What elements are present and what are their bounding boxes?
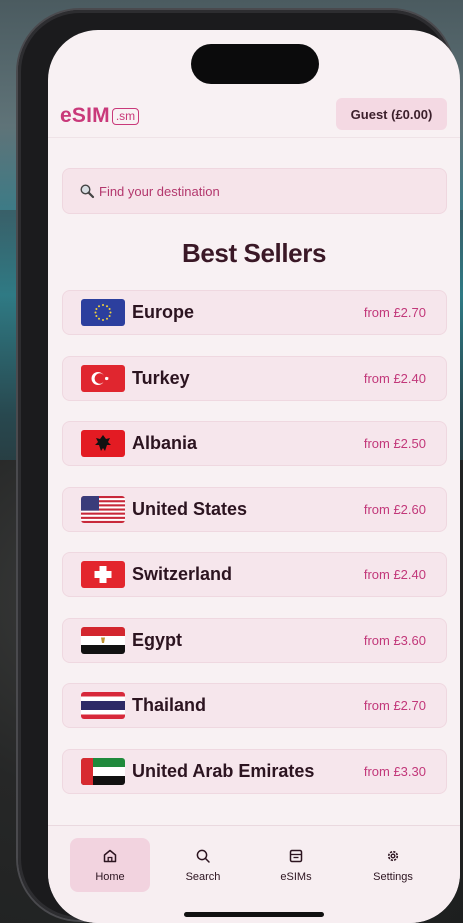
tab-esims[interactable]: eSIMs	[256, 838, 336, 892]
destination-price: from £3.30	[363, 763, 426, 779]
search-input[interactable]: Find your destination	[62, 168, 447, 214]
albania-flag-icon	[81, 430, 125, 457]
tab-label: Search	[185, 870, 221, 883]
destination-name: Europe	[132, 302, 195, 322]
search-placeholder: Find your destination	[99, 183, 220, 199]
bottom-tab-bar: Home Search eSIMs Settings	[48, 825, 460, 923]
destination-row-switzerland[interactable]: Switzerland from £2.40	[62, 552, 447, 597]
destination-row-united-arab-emirates[interactable]: United Arab Emirates from £3.30	[62, 748, 447, 794]
app-logo[interactable]: eSIM .sm	[60, 100, 145, 128]
tab-label: eSIMs	[280, 870, 312, 883]
destination-price: from £2.70	[363, 305, 426, 320]
destination-price: from £2.50	[363, 436, 426, 451]
destination-list: Europe from £2.70 Turkey from £2.40 Alba…	[62, 290, 447, 814]
destination-price: from £2.40	[363, 370, 426, 386]
logo-text: eSIM	[60, 104, 110, 127]
home-indicator[interactable]	[184, 912, 324, 917]
home-icon	[103, 849, 117, 862]
destination-name: Switzerland	[132, 564, 233, 584]
uae-flag-icon	[81, 757, 125, 785]
switzerland-flag-icon	[81, 561, 125, 588]
destination-price: from £2.40	[363, 567, 426, 582]
destination-name: Albania	[132, 433, 198, 453]
turkey-flag-icon	[81, 364, 125, 392]
destination-row-europe[interactable]: Europe from £2.70	[62, 290, 447, 335]
tab-search[interactable]: Search	[163, 838, 243, 892]
tab-label: Settings	[373, 870, 413, 883]
logo-suffix: .sm	[111, 108, 140, 125]
destination-row-united-states[interactable]: United States from £2.60	[62, 486, 447, 532]
account-balance-button[interactable]: Guest (£0.00)	[336, 98, 447, 130]
search-icon	[196, 849, 210, 863]
destination-name: United States	[132, 498, 248, 519]
destination-row-turkey[interactable]: Turkey from £2.40	[62, 355, 447, 401]
section-title: Best Sellers	[181, 238, 327, 268]
app-screen: eSIM .sm Guest (£0.00) Find your destina…	[48, 30, 460, 923]
destination-row-thailand[interactable]: Thailand from £2.70	[62, 683, 447, 728]
destination-name: Turkey	[132, 367, 190, 388]
tab-settings[interactable]: Settings	[353, 838, 433, 892]
magnifier-icon	[80, 184, 95, 199]
eu-flag-icon	[81, 299, 125, 326]
phone-frame: eSIM .sm Guest (£0.00) Find your destina…	[18, 10, 460, 923]
destination-name: United Arab Emirates	[132, 760, 315, 781]
destination-row-egypt[interactable]: Egypt from £3.60	[62, 617, 447, 663]
thailand-flag-icon	[81, 692, 125, 719]
egypt-flag-icon	[81, 626, 125, 654]
tab-label: Home	[95, 870, 125, 883]
destination-name: Thailand	[132, 695, 207, 715]
destination-price: from £3.60	[363, 632, 426, 648]
usa-flag-icon	[81, 495, 125, 523]
destination-name: Egypt	[132, 629, 183, 650]
tab-home[interactable]: Home	[70, 838, 150, 892]
gear-icon	[387, 850, 399, 861]
destination-price: from £2.60	[363, 501, 426, 517]
destination-row-albania[interactable]: Albania from £2.50	[62, 421, 447, 466]
destination-price: from £2.70	[363, 698, 426, 713]
sim-card-icon	[289, 849, 303, 862]
top-bar: eSIM .sm Guest (£0.00)	[48, 30, 460, 138]
